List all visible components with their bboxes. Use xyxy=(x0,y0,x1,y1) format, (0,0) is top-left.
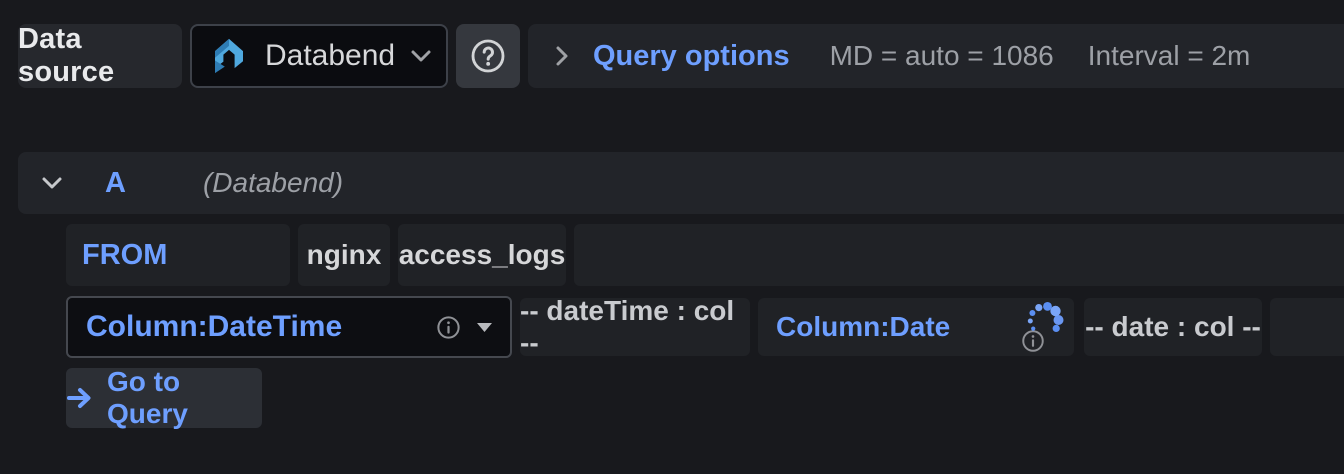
database-select[interactable]: nginx xyxy=(298,224,390,286)
date-column-label: Column:Date xyxy=(776,311,950,343)
info-icon[interactable] xyxy=(435,314,462,341)
arrow-right-icon xyxy=(66,386,94,410)
datasource-picker-value: Databend xyxy=(265,39,395,73)
date-column-select[interactable]: Column:Date xyxy=(758,298,1074,356)
chevron-down-icon xyxy=(410,49,432,63)
collapse-chevron-icon[interactable] xyxy=(40,176,64,190)
query-options-bar: Query options MD = auto = 1086 Interval … xyxy=(528,24,1344,88)
interval-summary: Interval = 2m xyxy=(1088,40,1251,72)
datasource-picker[interactable]: Databend xyxy=(190,24,448,88)
question-circle-icon xyxy=(468,36,508,76)
query-datasource-hint: (Databend) xyxy=(203,167,343,199)
datetime-column-select[interactable]: Column:DateTime xyxy=(66,296,512,358)
loading-spinner-icon xyxy=(1022,299,1066,343)
databend-logo-icon xyxy=(208,35,250,77)
table-select[interactable]: access_logs xyxy=(398,224,566,286)
query-row-header[interactable]: A (Databend) xyxy=(18,152,1344,214)
datetime-column-placeholder[interactable]: -- dateTime : col -- xyxy=(520,298,750,356)
help-button[interactable] xyxy=(456,24,520,88)
next-column-select-cutoff[interactable] xyxy=(1270,298,1344,356)
chevron-right-icon[interactable] xyxy=(555,45,569,67)
go-to-query-button[interactable]: Go to Query xyxy=(66,368,262,428)
query-options-toggle[interactable]: Query options xyxy=(593,40,790,73)
query-ref-id: A xyxy=(105,167,126,200)
date-column-placeholder[interactable]: -- date : col -- xyxy=(1084,298,1262,356)
max-data-points-summary: MD = auto = 1086 xyxy=(830,40,1054,72)
datetime-column-label: Column:DateTime xyxy=(86,310,435,344)
caret-down-icon xyxy=(475,321,494,333)
from-label: FROM xyxy=(66,224,290,286)
from-row-filler xyxy=(574,224,1344,286)
go-to-query-label: Go to Query xyxy=(107,366,262,430)
query-editor-panel: Data source Databend xyxy=(0,0,1344,474)
data-source-label: Data source xyxy=(18,24,182,88)
